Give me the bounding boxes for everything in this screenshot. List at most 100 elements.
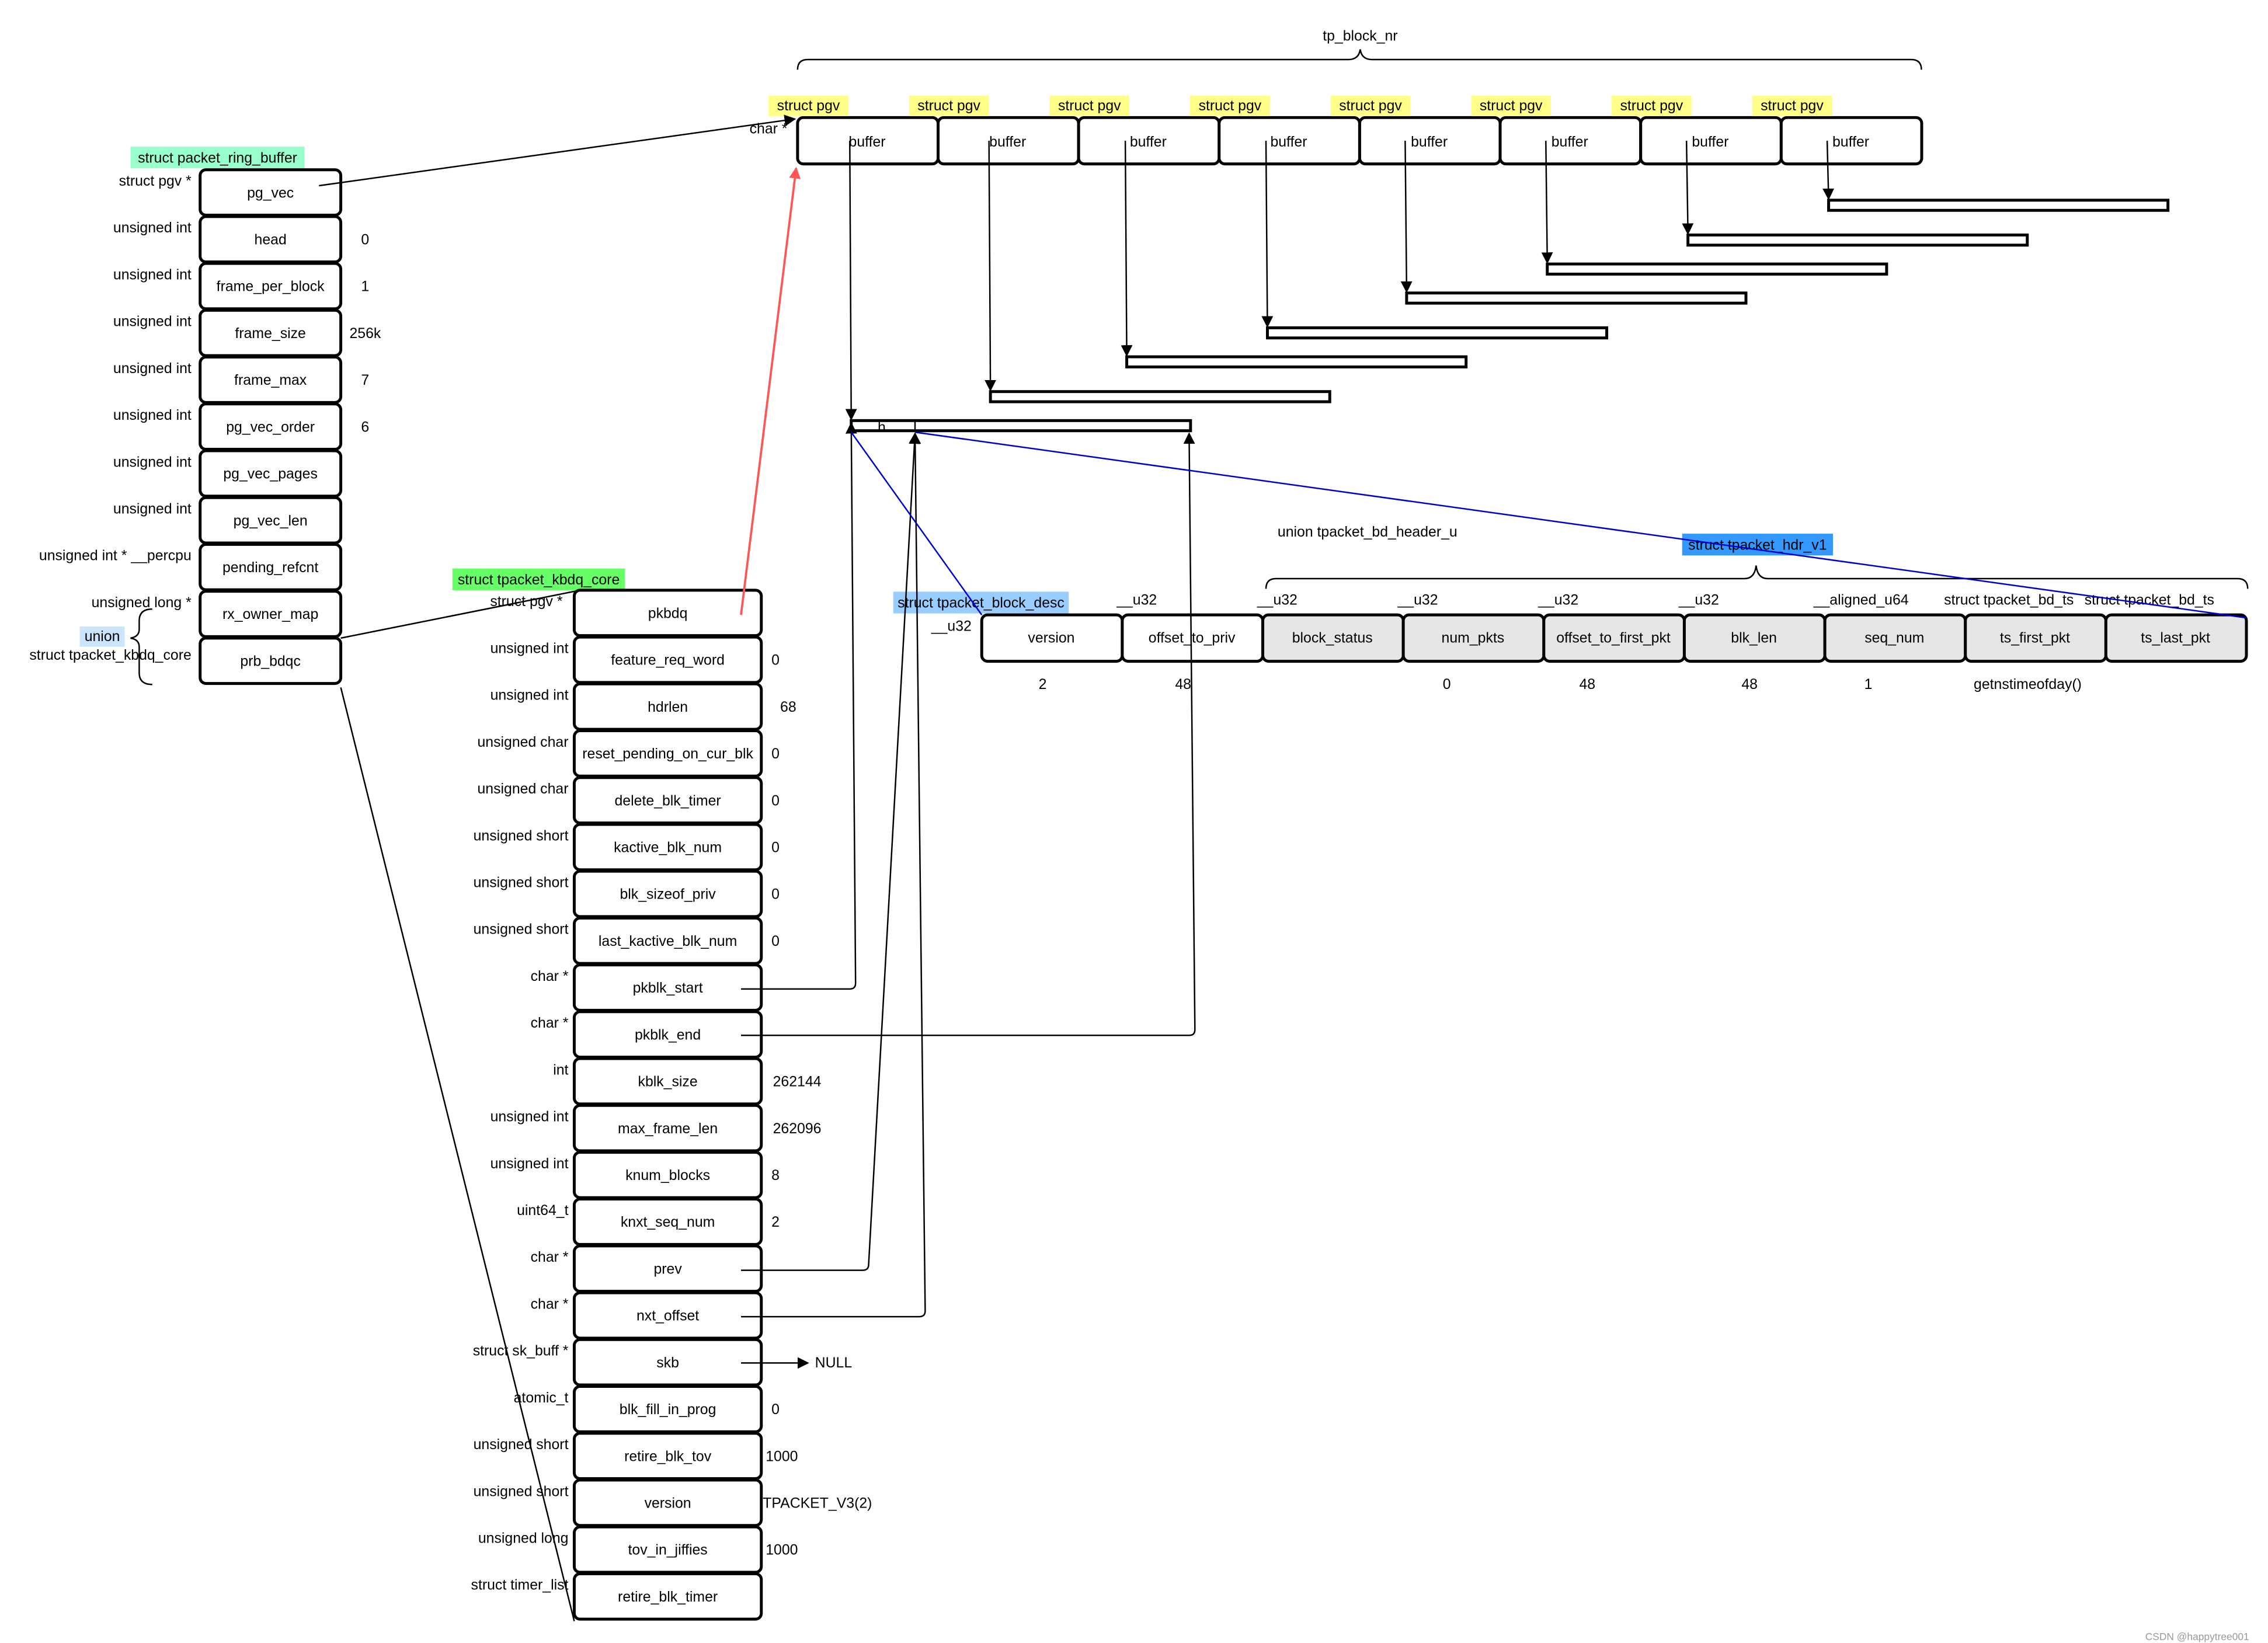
field-name: version <box>1028 630 1074 646</box>
buffer-label: buffer <box>1270 134 1307 150</box>
field-name: ts_first_pkt <box>2000 630 2070 646</box>
buffer-block-bar <box>1827 199 2170 212</box>
field-name: retire_blk_tov <box>624 1449 712 1464</box>
pkbdq-arrow <box>740 166 801 615</box>
field-type: __u32 <box>1397 593 1438 608</box>
field-type: __u32 <box>1116 593 1157 608</box>
field-value: 0 <box>1443 677 1451 692</box>
field-name: feature_req_word <box>611 653 725 669</box>
field-type: unsigned int <box>113 220 192 236</box>
field-type: __u32 <box>1678 593 1719 608</box>
buffer-pointer-arrow <box>1121 141 1133 357</box>
field-name: prev <box>653 1261 682 1277</box>
field-value: 7 <box>361 373 369 388</box>
field-value: 262144 <box>773 1074 822 1090</box>
field-name: pg_vec_pages <box>223 467 318 482</box>
field-name: blk_sizeof_priv <box>620 887 716 903</box>
watermark: CSDN @happytree001 <box>2145 1631 2249 1642</box>
field-name: pg_vec <box>247 185 294 201</box>
field-name: kblk_size <box>638 1074 698 1090</box>
union-bd-header-label: union tpacket_bd_header_u <box>1278 524 1457 540</box>
buffer-pointer-arrow <box>845 141 857 421</box>
field-name: pkblk_start <box>633 980 703 996</box>
field-name: frame_per_block <box>217 279 325 295</box>
field-type: unsigned int <box>113 454 192 470</box>
buffer-block-bar <box>1546 262 1888 276</box>
field-name: pkbdq <box>648 605 688 621</box>
buffer-block-bar <box>1265 326 1609 340</box>
field-type: uint64_t <box>517 1203 568 1219</box>
field-type: unsigned char <box>477 735 568 750</box>
field-name: knum_blocks <box>625 1168 710 1183</box>
field-type: __u32 <box>1537 593 1578 608</box>
field-value: 1 <box>361 279 369 295</box>
pg-vec-arrow <box>319 114 796 187</box>
field-value: 8 <box>771 1168 780 1183</box>
field-type: struct tpacket_bd_ts <box>1944 593 2074 608</box>
field-type: unsigned int <box>491 688 569 704</box>
buffer-label: buffer <box>1692 134 1728 150</box>
field-type: unsigned int <box>113 502 192 517</box>
buffer-block-bar <box>1125 355 1468 368</box>
field-type: atomic_t <box>514 1390 569 1406</box>
pgv-type-label: struct pgv <box>917 98 980 114</box>
buffer-block-bar <box>850 419 1192 433</box>
pgv-type-label: struct pgv <box>1199 98 1262 114</box>
hdr-v1-blue-line <box>914 431 2246 619</box>
field-value: 48 <box>1741 677 1758 692</box>
field-type: __u32 <box>1257 593 1298 608</box>
field-value: 68 <box>780 699 796 715</box>
field-name: nxt_offset <box>636 1308 699 1324</box>
field-type: unsigned short <box>474 922 569 938</box>
field-name: retire_blk_timer <box>618 1589 718 1605</box>
pgv-type-label: struct pgv <box>1480 98 1543 114</box>
field-name: pg_vec_len <box>234 513 308 529</box>
field-value: 256k <box>349 326 381 342</box>
field-type: unsigned int <box>113 314 192 330</box>
field-name: kactive_blk_num <box>614 840 722 856</box>
field-type: unsigned int <box>491 1109 569 1125</box>
field-type: unsigned long * <box>92 595 192 611</box>
prev-arrow <box>741 432 920 1271</box>
field-value: getnstimeofday() <box>1974 677 2082 692</box>
field-value: 1000 <box>766 1543 798 1558</box>
field-type: int <box>553 1062 568 1078</box>
field-name: tov_in_jiffies <box>628 1543 708 1558</box>
nxt-offset-arrow <box>741 432 926 1318</box>
block-desc-title: struct tpacket_block_desc <box>898 596 1065 611</box>
field-type: __aligned_u64 <box>1813 593 1909 608</box>
pgv-type-label: struct pgv <box>1058 98 1121 114</box>
field-value: 0 <box>361 232 369 248</box>
field-name: skb <box>656 1355 679 1371</box>
buffer-label: buffer <box>989 134 1026 150</box>
field-name: max_frame_len <box>618 1121 718 1137</box>
field-type: struct pgv * <box>119 173 192 189</box>
union-brace <box>130 608 152 685</box>
buffer-block-bar <box>1405 291 1748 305</box>
field-type: struct sk_buff * <box>473 1343 569 1359</box>
field-name: seq_num <box>1865 630 1924 646</box>
field-type: struct tpacket_kbdq_core <box>29 648 191 663</box>
field-type: unsigned int <box>491 1156 569 1172</box>
field-name: num_pkts <box>1442 630 1505 646</box>
field-type: unsigned short <box>474 1484 569 1499</box>
buffer-pointer-arrow <box>985 141 996 392</box>
tp-block-nr-label: tp_block_nr <box>1323 29 1397 44</box>
field-name: reset_pending_on_cur_blk <box>582 746 753 762</box>
field-name: blk_fill_in_prog <box>620 1402 716 1418</box>
field-value: 48 <box>1175 677 1191 692</box>
field-type: unsigned short <box>474 1437 569 1453</box>
field-name: pending_refcnt <box>222 560 318 576</box>
buffer-label: buffer <box>1552 134 1588 150</box>
field-name: knxt_seq_num <box>621 1214 715 1230</box>
tp-block-nr-brace <box>796 49 1922 70</box>
field-name: head <box>255 232 287 248</box>
null-label: NULL <box>815 1355 852 1371</box>
buffer-label: buffer <box>1411 134 1448 150</box>
kbdq-title: struct tpacket_kbdq_core <box>458 572 620 588</box>
pgv-type-label: struct pgv <box>777 98 840 114</box>
field-type: char * <box>531 1296 569 1312</box>
buffer-label: buffer <box>1832 134 1869 150</box>
field-value: 6 <box>361 419 369 435</box>
buffer-pointer-arrow <box>1261 141 1274 328</box>
